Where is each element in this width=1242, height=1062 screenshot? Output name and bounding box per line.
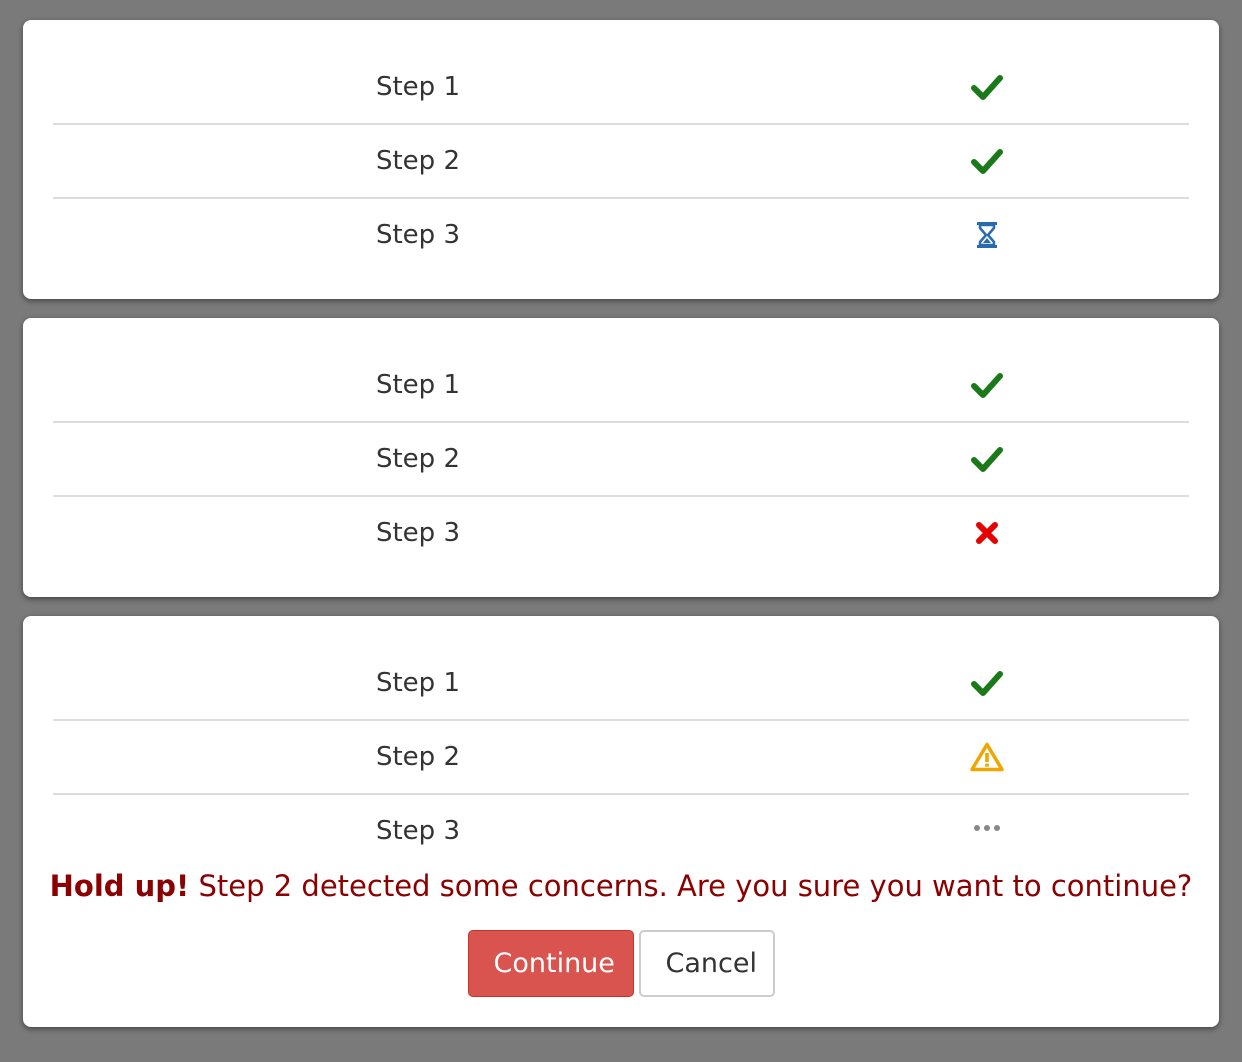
- progress-panel-2: Step 1 Step 2 Step 3: [23, 318, 1219, 597]
- warning-body: Step 2 detected some concerns. Are you s…: [189, 869, 1193, 903]
- check-icon: [967, 141, 1007, 181]
- step-row-2: Step 2: [53, 421, 1189, 495]
- step-label: Step 1: [375, 667, 460, 698]
- step-list: Step 1 Step 2 Step 3: [53, 348, 1189, 569]
- step-list: Step 1 Step 2 Step 3: [53, 646, 1189, 867]
- check-icon: [967, 365, 1007, 405]
- step-row-1: Step 1: [53, 646, 1189, 719]
- step-label: Step 1: [375, 71, 460, 102]
- step-row-2: Step 2: [53, 123, 1189, 197]
- continue-button[interactable]: Continue: [467, 930, 634, 997]
- step-label: Step 2: [375, 742, 460, 772]
- warning-emphasis: Hold up!: [49, 869, 190, 903]
- step-label: Step 2: [375, 146, 460, 176]
- step-label: Step 3: [375, 816, 460, 846]
- ellipsis-icon: [967, 811, 1007, 851]
- step-label: Step 3: [375, 518, 460, 548]
- step-label: Step 2: [375, 444, 460, 474]
- check-icon: [967, 663, 1007, 703]
- dialog-actions: Continue Cancel: [23, 930, 1219, 997]
- progress-panel-3: Step 1 Step 2 Step 3 Hold up! Step 2 det…: [23, 616, 1219, 1027]
- check-icon: [967, 67, 1007, 107]
- hourglass-icon: [967, 215, 1007, 255]
- cancel-button[interactable]: Cancel: [638, 930, 775, 997]
- step-row-1: Step 1: [53, 50, 1189, 123]
- step-list: Step 1 Step 2 Step 3: [53, 50, 1189, 271]
- step-row-3: Step 3: [53, 197, 1189, 271]
- check-icon: [967, 439, 1007, 479]
- progress-panel-1: Step 1 Step 2 Step 3: [23, 20, 1219, 299]
- warning-message: Hold up! Step 2 detected some concerns. …: [23, 869, 1219, 903]
- step-row-2: Step 2: [53, 719, 1189, 793]
- step-row-1: Step 1: [53, 348, 1189, 421]
- step-label: Step 3: [375, 220, 460, 250]
- cross-icon: [967, 513, 1007, 553]
- step-label: Step 1: [375, 369, 460, 400]
- step-row-3: Step 3: [53, 495, 1189, 569]
- warning-icon: [967, 737, 1007, 777]
- step-row-3: Step 3: [53, 793, 1189, 867]
